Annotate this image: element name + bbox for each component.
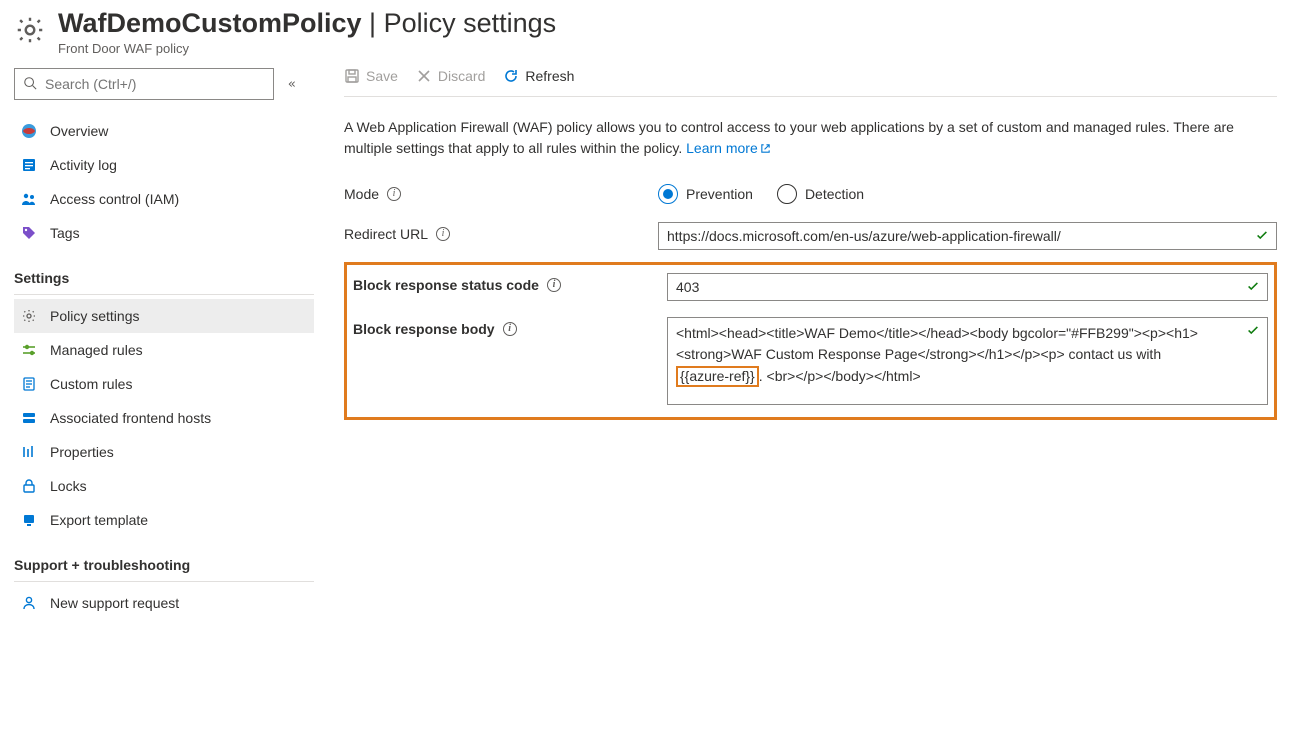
discard-button[interactable]: Discard (416, 68, 485, 84)
sidebar-item-overview[interactable]: Overview (14, 114, 314, 148)
sidebar-item-label: Managed rules (50, 342, 143, 358)
sidebar: « Overview Activity log Access control (14, 68, 314, 620)
log-icon (20, 156, 38, 174)
sidebar-item-label: Overview (50, 123, 108, 139)
info-icon[interactable]: i (547, 278, 561, 292)
save-icon (344, 68, 360, 84)
sidebar-item-locks[interactable]: Locks (14, 469, 314, 503)
main-content: Save Discard Refresh A Web Application F… (344, 68, 1277, 620)
mode-radio-prevention[interactable]: Prevention (658, 184, 753, 204)
check-icon (1246, 279, 1260, 296)
learn-more-link[interactable]: Learn more (686, 140, 771, 156)
sidebar-item-export-template[interactable]: Export template (14, 503, 314, 537)
sidebar-item-label: Access control (IAM) (50, 191, 179, 207)
redirect-url-label: Redirect URL i (344, 222, 658, 242)
block-body-label: Block response body i (353, 317, 667, 337)
sidebar-item-label: Custom rules (50, 376, 132, 392)
block-status-label: Block response status code i (353, 273, 667, 293)
check-icon (1246, 323, 1260, 340)
check-icon (1255, 228, 1269, 245)
page-subtitle: Front Door WAF policy (58, 41, 556, 56)
mode-radio-detection[interactable]: Detection (777, 184, 864, 204)
sidebar-item-associated-hosts[interactable]: Associated frontend hosts (14, 401, 314, 435)
info-icon[interactable]: i (503, 322, 517, 336)
sidebar-item-managed-rules[interactable]: Managed rules (14, 333, 314, 367)
tag-icon (20, 224, 38, 242)
properties-icon (20, 443, 38, 461)
sidebar-section-settings: Settings (14, 252, 314, 295)
sidebar-item-new-support-request[interactable]: New support request (14, 586, 314, 620)
sidebar-item-activity-log[interactable]: Activity log (14, 148, 314, 182)
export-icon (20, 511, 38, 529)
info-icon[interactable]: i (387, 187, 401, 201)
search-icon (23, 76, 37, 93)
gear-icon (20, 307, 38, 325)
sidebar-item-policy-settings[interactable]: Policy settings (14, 299, 314, 333)
redirect-url-input[interactable]: https://docs.microsoft.com/en-us/azure/w… (658, 222, 1277, 250)
sidebar-item-access-control[interactable]: Access control (IAM) (14, 182, 314, 216)
search-input[interactable] (14, 68, 274, 100)
azure-ref-highlight: {{azure-ref}} (676, 366, 759, 387)
host-icon (20, 409, 38, 427)
toolbar: Save Discard Refresh (344, 68, 1277, 97)
people-icon (20, 190, 38, 208)
sidebar-item-label: Policy settings (50, 308, 139, 324)
sidebar-item-label: Tags (50, 225, 80, 241)
sliders-icon (20, 341, 38, 359)
block-body-input[interactable]: <html><head><title>WAF Demo</title></hea… (667, 317, 1268, 405)
refresh-icon (503, 68, 519, 84)
highlight-box: Block response status code i 403 Block r… (344, 262, 1277, 420)
sidebar-item-label: Associated frontend hosts (50, 410, 211, 426)
gear-icon (14, 14, 46, 46)
sidebar-section-support: Support + troubleshooting (14, 539, 314, 582)
block-status-input[interactable]: 403 (667, 273, 1268, 301)
mode-radio-group: Prevention Detection (658, 182, 1277, 204)
intro-text: A Web Application Firewall (WAF) policy … (344, 117, 1274, 160)
sidebar-item-label: Activity log (50, 157, 117, 173)
sidebar-item-tags[interactable]: Tags (14, 216, 314, 250)
page-title: WafDemoCustomPolicy | Policy settings (58, 8, 556, 39)
close-icon (416, 68, 432, 84)
save-button[interactable]: Save (344, 68, 398, 84)
sidebar-item-label: Export template (50, 512, 148, 528)
sidebar-item-label: Locks (50, 478, 87, 494)
document-icon (20, 375, 38, 393)
external-link-icon (760, 139, 771, 160)
support-icon (20, 594, 38, 612)
page-header: WafDemoCustomPolicy | Policy settings Fr… (14, 8, 1277, 56)
sidebar-item-properties[interactable]: Properties (14, 435, 314, 469)
globe-icon (20, 122, 38, 140)
refresh-button[interactable]: Refresh (503, 68, 574, 84)
lock-icon (20, 477, 38, 495)
sidebar-item-custom-rules[interactable]: Custom rules (14, 367, 314, 401)
sidebar-item-label: New support request (50, 595, 179, 611)
sidebar-item-label: Properties (50, 444, 114, 460)
collapse-sidebar-button[interactable]: « (288, 77, 296, 92)
mode-label: Mode i (344, 182, 658, 202)
info-icon[interactable]: i (436, 227, 450, 241)
